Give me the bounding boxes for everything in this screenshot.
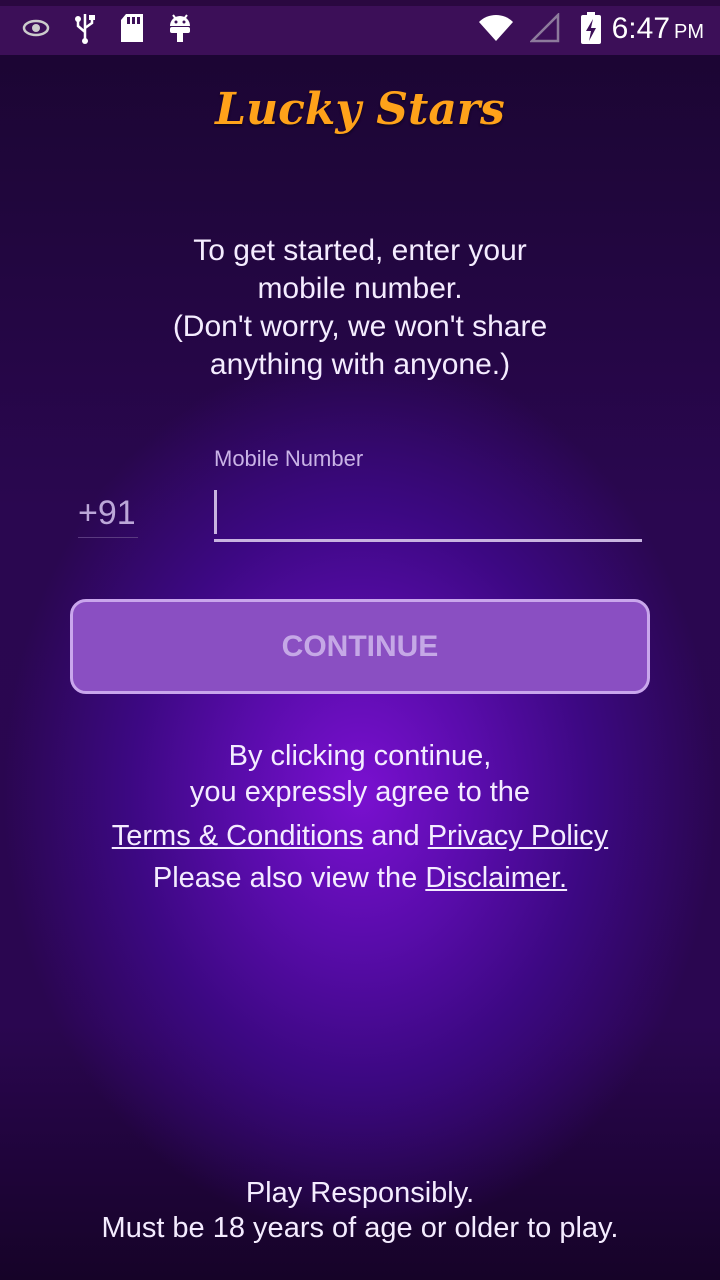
status-time: 6:47 PM [611, 12, 704, 45]
android-icon [168, 10, 192, 46]
terms-conditions-link[interactable]: Terms & Conditions [112, 820, 363, 852]
usb-icon [74, 10, 96, 46]
intro-line-2: mobile number. [257, 272, 463, 305]
text-cursor [214, 490, 217, 534]
privacy-policy-link[interactable]: Privacy Policy [428, 820, 609, 852]
footer-notice: Play Responsibly. Must be 18 years of ag… [0, 1176, 720, 1246]
legal-notice: By clicking continue, you expressly agre… [40, 738, 680, 900]
intro-line-3: (Don't worry, we won't share [172, 310, 548, 343]
legal-line-4: Please also view the Disclaimer. [40, 856, 680, 900]
intro-line-1: To get started, enter your [193, 234, 527, 267]
signal-icon [530, 10, 560, 46]
app-logo: Lucky Stars [215, 84, 505, 135]
battery-charging-icon [580, 10, 602, 46]
country-code: +91 [78, 494, 138, 538]
wifi-icon [478, 10, 514, 46]
legal-line-2: you expressly agree to the [189, 776, 531, 808]
and-text: and [371, 820, 420, 852]
continue-button[interactable]: CONTINUE [70, 599, 650, 694]
view-prefix-text: Please also view the [152, 862, 418, 894]
eye-icon [22, 10, 50, 46]
footer-line-1: Play Responsibly. [245, 1177, 475, 1209]
disclaimer-link[interactable]: Disclaimer. [425, 862, 567, 894]
status-bar: 6:47 PM [0, 0, 720, 55]
mobile-number-label: Mobile Number [214, 446, 364, 471]
intro-text: To get started, enter your mobile number… [60, 232, 660, 384]
mobile-number-input[interactable] [214, 486, 642, 542]
sd-card-icon [120, 10, 144, 46]
legal-line-3: Terms & Conditions and Privacy Policy [40, 816, 680, 856]
footer-line-2: Must be 18 years of age or older to play… [101, 1212, 619, 1244]
legal-line-1: By clicking continue, [228, 740, 492, 772]
intro-line-4: anything with anyone.) [209, 348, 511, 381]
